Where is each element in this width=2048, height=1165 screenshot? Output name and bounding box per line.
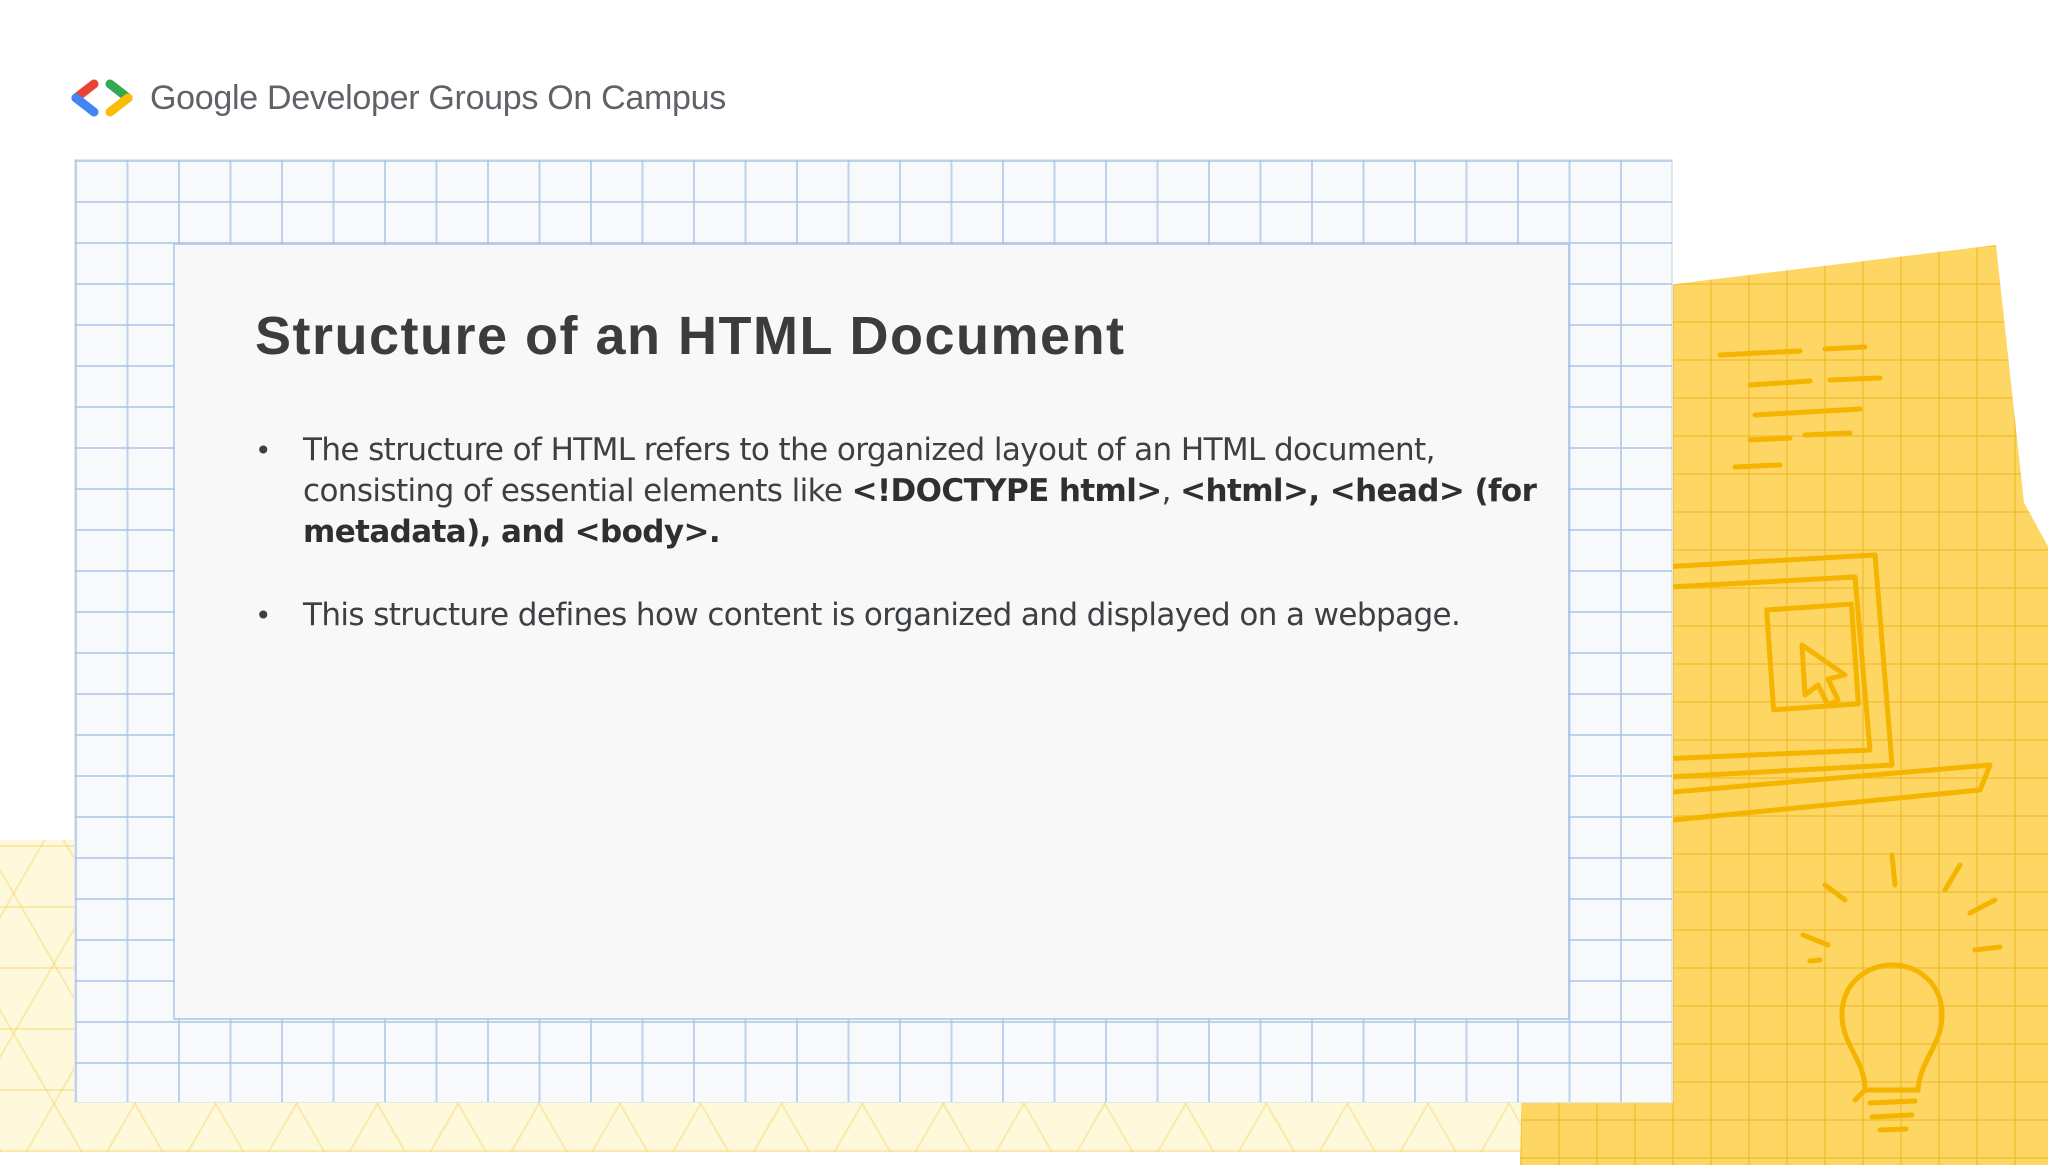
slide-title: Structure of an HTML Document	[255, 306, 1126, 366]
bullet-list: • The structure of HTML refers to the or…	[255, 430, 1555, 678]
gdg-logo: Google Developer Groups On Campus	[66, 76, 726, 120]
bullet-dot: •	[255, 434, 272, 467]
lightbulb-icon	[1800, 852, 2003, 1133]
cursor-icon	[1799, 642, 1848, 708]
bullet-text: This structure defines how content is or…	[303, 597, 1461, 633]
gdg-chevrons-icon	[71, 79, 133, 117]
bullet-code-doctype: <!DOCTYPE html>	[851, 473, 1163, 509]
bullet-item: • The structure of HTML refers to the or…	[255, 430, 1555, 553]
slide-content-area: Structure of an HTML Document • The stru…	[175, 245, 1568, 1018]
brand-name: Google Developer Groups On Campus	[150, 78, 726, 117]
bullet-item: • This structure defines how content is …	[255, 595, 1555, 636]
bullet-dot: •	[255, 599, 272, 632]
bullet-text: ,	[1161, 473, 1181, 509]
slide-card: Structure of an HTML Document • The stru…	[75, 160, 1672, 1102]
